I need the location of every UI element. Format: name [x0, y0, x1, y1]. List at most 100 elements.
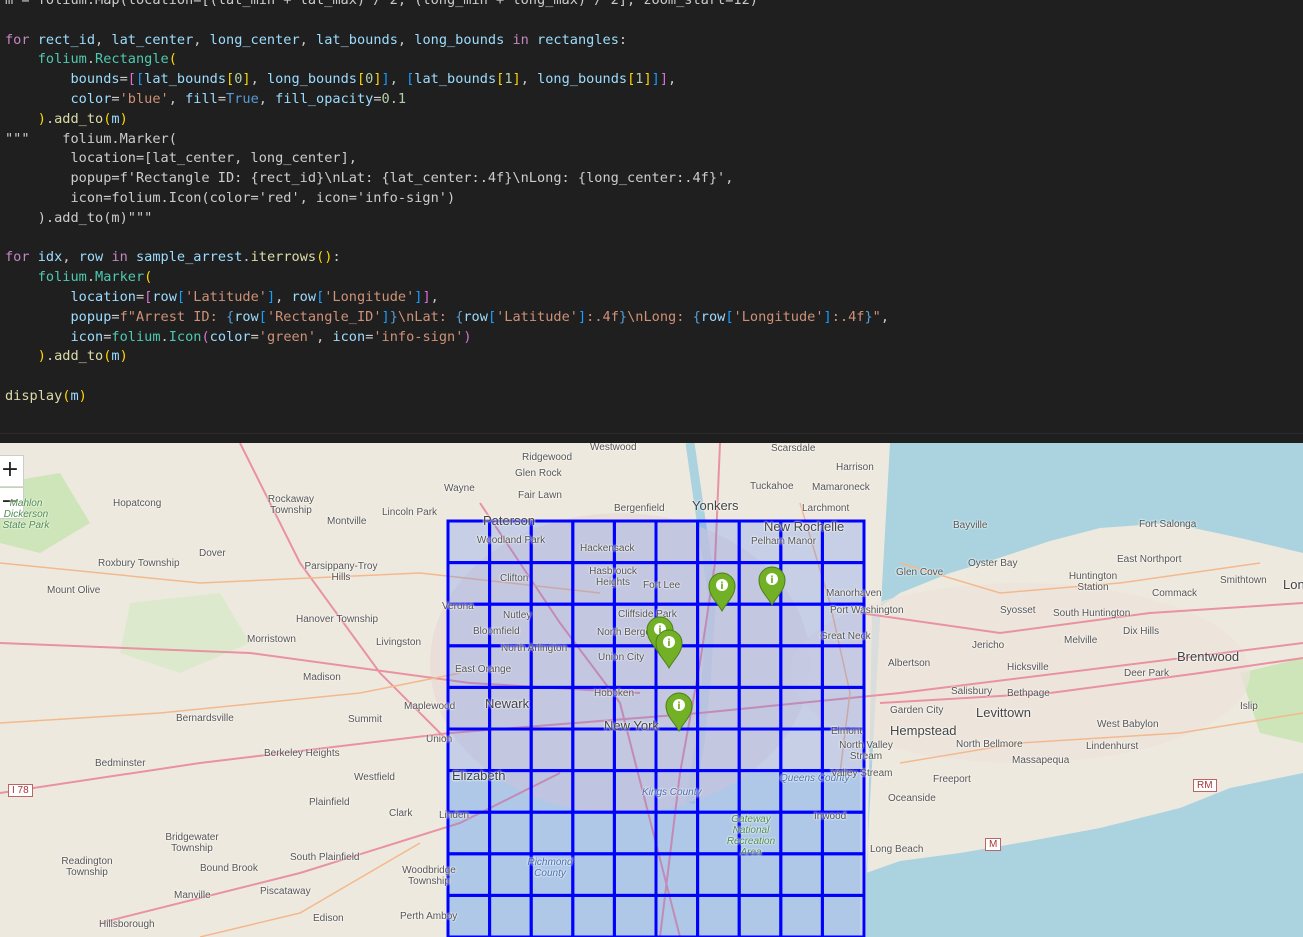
grid-rectangle[interactable]: [779, 685, 824, 731]
folium-map[interactable]: + − Westwood Ridgewood Glen Rock Fair Lawn W…: [0, 443, 1303, 937]
arrest-marker[interactable]: i: [707, 572, 737, 612]
place-label: North Bellmore: [956, 739, 1023, 750]
arrest-marker[interactable]: i: [664, 692, 694, 732]
place-label: Albertson: [888, 658, 931, 669]
place-label: Inwood: [814, 811, 847, 822]
grid-rectangle[interactable]: [820, 852, 866, 897]
grid-rectangle[interactable]: [612, 727, 658, 773]
grid-rectangle[interactable]: [779, 893, 824, 937]
place-label: Brentwood: [1177, 649, 1240, 664]
grid-rectangle[interactable]: [737, 893, 783, 937]
grid-rectangle[interactable]: [737, 644, 783, 689]
place-label: Bethpage: [1007, 688, 1050, 699]
place-label: Hempstead: [890, 723, 957, 738]
place-label: Glen Rock: [515, 468, 562, 479]
grid-rectangle[interactable]: [737, 769, 783, 814]
grid-rectangle[interactable]: [779, 852, 824, 897]
place-label: M: [985, 838, 1002, 851]
grid-rectangle[interactable]: [696, 644, 741, 689]
place-label: Piscataway: [260, 886, 311, 897]
grid-rectangle[interactable]: [529, 727, 575, 773]
grid-rectangle[interactable]: [612, 810, 658, 856]
grid-rectangle[interactable]: [737, 727, 783, 773]
grid-rectangle[interactable]: [446, 561, 492, 606]
place-label: Morristown: [247, 634, 296, 645]
grid-rectangle[interactable]: [696, 852, 741, 897]
grid-rectangle[interactable]: [612, 519, 658, 565]
grid-rectangle[interactable]: [446, 727, 492, 773]
grid-rectangle[interactable]: [571, 602, 616, 648]
grid-rectangle[interactable]: [779, 561, 824, 606]
map-pin-icon: i: [655, 629, 683, 669]
place-label: East Northport: [1117, 554, 1182, 565]
grid-rectangle[interactable]: [779, 644, 824, 689]
grid-rectangle[interactable]: [529, 893, 575, 937]
grid-rectangle[interactable]: [696, 727, 741, 773]
place-label: Hasbrouck Heights: [589, 566, 637, 588]
grid-rectangle[interactable]: [529, 561, 575, 606]
grid-rectangle[interactable]: [654, 727, 700, 773]
arrest-marker[interactable]: i: [654, 629, 684, 669]
zoom-in-button[interactable]: +: [0, 455, 24, 486]
place-label: North Valley Stream: [839, 740, 893, 762]
grid-rectangle[interactable]: [571, 810, 616, 856]
grid-rectangle[interactable]: [820, 644, 866, 689]
grid-rectangle[interactable]: [529, 810, 575, 856]
place-label: Islip: [1240, 701, 1258, 712]
grid-rectangle[interactable]: [612, 852, 658, 897]
code-cell[interactable]: m = folium.Map(location=[(lat_min + lat_…: [0, 0, 1303, 433]
code-line-rectangle-call: folium.Rectangle(: [37, 51, 177, 67]
grid-rectangle[interactable]: [529, 685, 575, 731]
grid-rectangle[interactable]: [654, 810, 700, 856]
grid-rectangle[interactable]: [820, 893, 866, 937]
place-label: Elmont: [831, 726, 863, 737]
place-label: Lon: [1283, 577, 1303, 592]
grid-rectangle[interactable]: [529, 769, 575, 814]
grid-rectangle[interactable]: [571, 893, 616, 937]
place-label: Hackensack: [580, 543, 635, 554]
grid-rectangle[interactable]: [820, 685, 866, 731]
place-label: Fair Lawn: [518, 490, 562, 501]
grid-rectangle[interactable]: [571, 769, 616, 814]
place-label: Scarsdale: [771, 443, 816, 454]
grid-rectangle[interactable]: [529, 602, 575, 648]
place-label: Nutley: [503, 610, 532, 621]
place-label: Long Beach: [870, 844, 924, 855]
place-label: Clifton: [500, 573, 529, 584]
code-line-for-rectangles: for rect_id, lat_center, long_center, la…: [5, 32, 628, 48]
grid-rectangle[interactable]: [488, 727, 533, 773]
grid-rectangle[interactable]: [654, 893, 700, 937]
grid-rectangle[interactable]: [737, 685, 783, 731]
place-label: Richmond County: [527, 857, 573, 879]
grid-rectangle[interactable]: [571, 519, 616, 565]
place-label: Oyster Bay: [968, 558, 1018, 569]
place-label: Montville: [327, 516, 367, 527]
place-label: Freeport: [933, 774, 971, 785]
grid-rectangle[interactable]: [488, 810, 533, 856]
grid-rectangle[interactable]: [696, 769, 741, 814]
grid-rectangle[interactable]: [488, 893, 533, 937]
grid-rectangle[interactable]: [737, 602, 783, 648]
grid-rectangle[interactable]: [779, 727, 824, 773]
arrest-marker[interactable]: i: [757, 566, 787, 606]
grid-rectangle[interactable]: [696, 893, 741, 937]
grid-rectangle[interactable]: [696, 519, 741, 565]
place-label: Fort Salonga: [1139, 519, 1197, 530]
grid-rectangle[interactable]: [654, 519, 700, 565]
place-label: Dix Hills: [1123, 626, 1160, 637]
place-label: Woodland Park: [476, 535, 546, 546]
grid-rectangle[interactable]: [737, 852, 783, 897]
place-label: Ridgewood: [522, 452, 573, 463]
code-line-color-fill: color='blue', fill=True, fill_opacity=0.…: [70, 91, 407, 107]
place-label: Great Neck: [820, 631, 871, 642]
grid-rectangle[interactable]: [779, 602, 824, 648]
grid-rectangle[interactable]: [654, 852, 700, 897]
place-label: Woodbridge Township: [402, 865, 456, 887]
grid-rectangle[interactable]: [696, 685, 741, 731]
grid-rectangle[interactable]: [612, 893, 658, 937]
place-label: Levittown: [976, 705, 1031, 720]
place-label: Lincoln Park: [382, 507, 438, 518]
grid-rectangle[interactable]: [571, 727, 616, 773]
place-label: Larchmont: [802, 503, 850, 514]
place-label: Hanover Township: [296, 614, 379, 625]
